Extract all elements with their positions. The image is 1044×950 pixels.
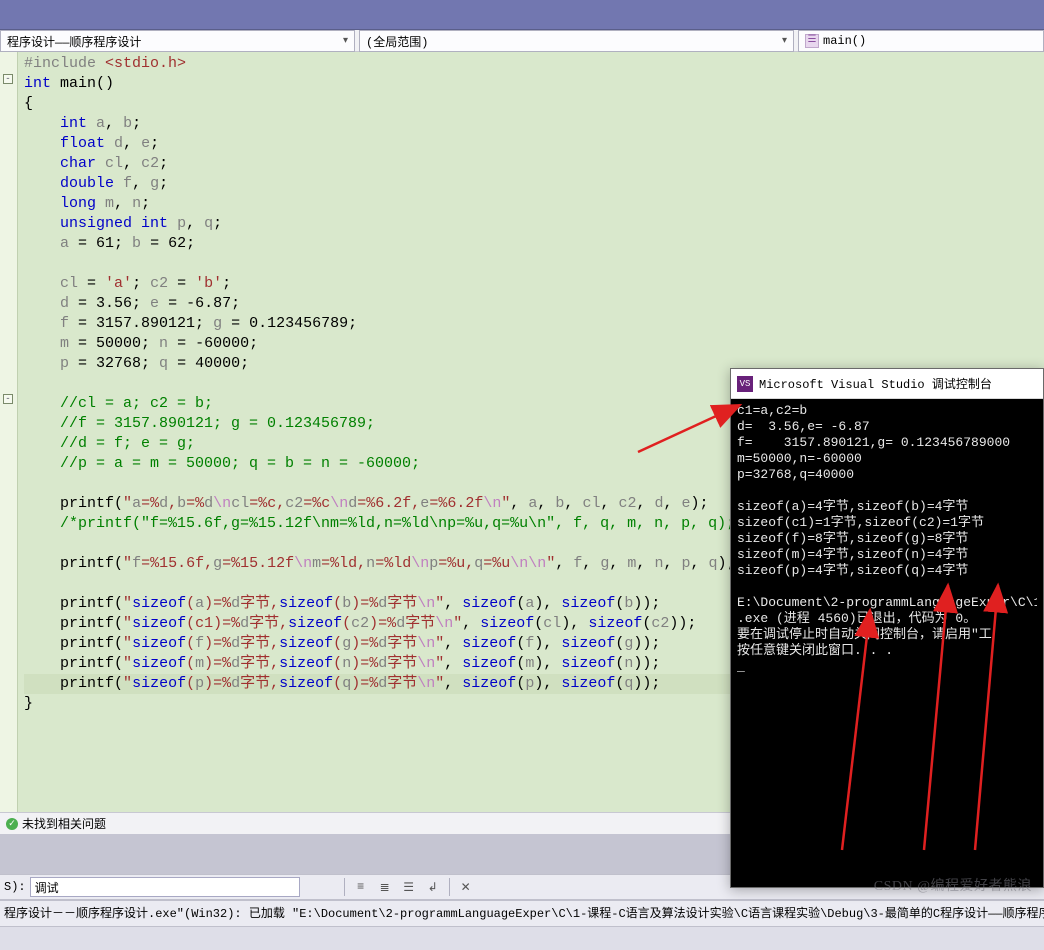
output-source-value: 调试 xyxy=(35,879,59,896)
member-dropdown-text: main() xyxy=(823,34,866,48)
scope-dropdown-text: (全局范围) xyxy=(366,33,428,50)
output-source-combo[interactable]: 调试 xyxy=(30,877,300,897)
list-icon[interactable]: ☰ xyxy=(398,877,420,897)
collapse-toggle[interactable]: - xyxy=(3,394,13,404)
output-text: 程序设计－－顺序程序设计.exe"(Win32): 已加载 "E:\Docume… xyxy=(0,900,1044,926)
clear-icon[interactable]: ✕ xyxy=(455,877,477,897)
vs-icon: VS xyxy=(737,376,753,392)
bottom-tabs xyxy=(0,926,1044,950)
output-source-label: S): xyxy=(4,880,26,894)
function-icon: ☰ xyxy=(805,34,819,48)
indent-left-icon[interactable]: ≡ xyxy=(350,877,372,897)
status-text: 未找到相关问题 xyxy=(22,815,106,832)
wrap-icon[interactable]: ↲ xyxy=(422,877,444,897)
console-titlebar[interactable]: VS Microsoft Visual Studio 调试控制台 xyxy=(731,369,1043,399)
collapse-toggle[interactable]: - xyxy=(3,74,13,84)
chevron-down-icon: ▾ xyxy=(343,35,348,47)
chevron-down-icon: ▾ xyxy=(782,35,787,47)
project-dropdown[interactable]: 程序设计——顺序程序设计 ▾ xyxy=(0,30,355,52)
check-icon: ✓ xyxy=(6,818,18,830)
console-body[interactable]: c1=a,c2=bd= 3.56,e= -6.87f= 3157.890121,… xyxy=(731,399,1043,679)
member-dropdown[interactable]: ☰ main() xyxy=(798,30,1044,52)
nav-bar: 程序设计——顺序程序设计 ▾ (全局范围) ▾ ☰ main() xyxy=(0,30,1044,52)
project-dropdown-text: 程序设计——顺序程序设计 xyxy=(7,33,141,50)
watermark: CSDN @编程爱好者熊浪 xyxy=(874,875,1032,895)
editor-gutter: - - xyxy=(0,52,18,812)
window-titlebar xyxy=(0,0,1044,30)
console-title-text: Microsoft Visual Studio 调试控制台 xyxy=(759,375,992,392)
indent-right-icon[interactable]: ≣ xyxy=(374,877,396,897)
debug-console-window[interactable]: VS Microsoft Visual Studio 调试控制台 c1=a,c2… xyxy=(730,368,1044,888)
scope-dropdown[interactable]: (全局范围) ▾ xyxy=(359,30,794,52)
